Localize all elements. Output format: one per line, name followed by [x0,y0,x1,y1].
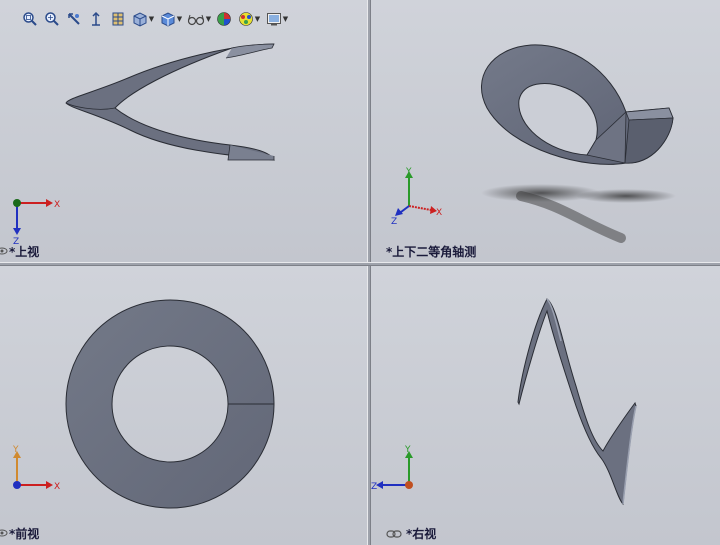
y-axis-label: Y [405,167,412,177]
hide-show-items-icon[interactable]: ▼ [158,9,184,29]
z-axis-label: Z [391,217,397,226]
y-axis-label: Y [12,445,19,455]
y-axis-label: Y [404,445,411,455]
zoom-to-area-icon[interactable] [42,9,62,29]
apply-scene-icon[interactable]: ▼ [236,9,262,29]
viewport-front[interactable]: Y X *前视 [0,266,367,545]
horizontal-splitter[interactable] [0,262,720,266]
viewport-label-right: *右视 [406,527,437,541]
x-axis-label: X [436,208,442,218]
section-view-icon[interactable] [86,9,106,29]
axis-triad-front: Y X [12,445,60,492]
edit-appearance-icon[interactable] [214,9,234,29]
axis-triad-right: Y Z [371,445,413,492]
display-style-icon[interactable]: ▼ [130,9,156,29]
viewport-isometric[interactable]: Y X Z *上下二等角轴测 [371,0,720,262]
view-eye-icon [0,247,8,255]
x-axis-label: X [54,200,60,210]
view-orientation-icon[interactable] [108,9,128,29]
axis-triad-isometric: Y X Z [391,167,442,226]
link-views-icon[interactable] [386,529,402,539]
viewport-right[interactable]: Y Z *右视 [371,266,720,545]
viewport-label-front: *前视 [9,527,40,541]
vertical-splitter[interactable] [367,0,371,545]
viewport-label-isometric: *上下二等角轴测 [386,245,477,259]
viewport-top[interactable]: ▼ ▼ ▼ ▼ ▼ X Z *上视 [0,0,367,262]
glasses-icon[interactable]: ▼ [186,9,212,29]
z-axis-label: Z [371,482,377,492]
previous-view-icon[interactable] [64,9,84,29]
viewport-label-top: *上视 [9,245,40,259]
view-settings-icon[interactable]: ▼ [264,9,290,29]
view-eye-icon [0,529,8,537]
zoom-to-fit-icon[interactable] [20,9,40,29]
heads-up-view-toolbar: ▼ ▼ ▼ ▼ ▼ [20,8,290,30]
x-axis-label: X [54,482,60,492]
